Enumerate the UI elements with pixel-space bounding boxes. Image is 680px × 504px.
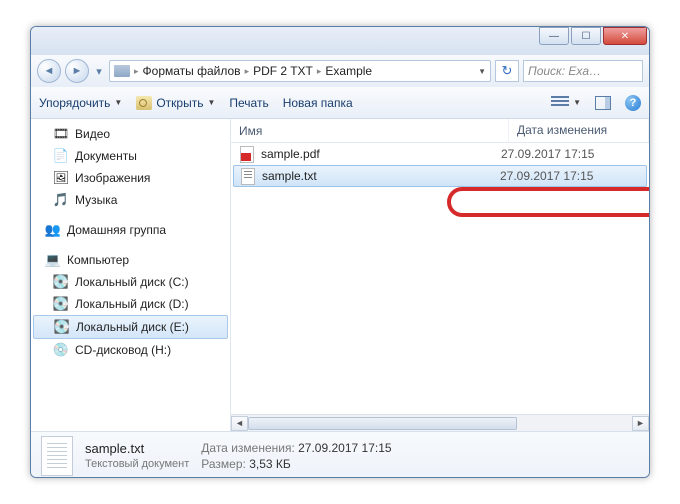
pdf-icon [239,146,255,162]
forward-button[interactable]: ► [65,59,89,83]
file-row[interactable]: sample.txt 27.09.2017 17:15 [233,165,647,187]
drive-icon: 💽 [54,319,70,335]
details-filetype: Текстовый документ [85,458,189,470]
annotation-highlight [447,187,649,217]
scroll-thumb[interactable] [248,417,517,430]
history-dropdown[interactable]: ▾ [93,62,105,80]
horizontal-scrollbar[interactable]: ◄ ► [231,414,649,431]
details-filename: sample.txt [85,441,189,456]
file-list: Имя Дата изменения sample.pdf 27.09.2017… [231,119,649,431]
list-header: Имя Дата изменения [231,119,649,143]
sidebar-item-disk-d[interactable]: 💽Локальный диск (D:) [31,293,230,315]
back-button[interactable]: ◄ [37,59,61,83]
search-input[interactable]: Поиск: Exa… [523,60,643,82]
txt-icon [240,168,256,184]
breadcrumb-seg[interactable]: Example [325,64,372,78]
view-button[interactable]: ▼ [551,96,581,110]
navigation-bar: ◄ ► ▾ ▸ Форматы файлов ▸ PDF 2 TXT ▸ Exa… [31,55,649,87]
navigation-pane[interactable]: 🎞Видео 📄Документы 🖼Изображения 🎵Музыка 👥… [31,119,231,431]
disk-icon [136,96,152,110]
organize-button[interactable]: Упорядочить▼ [39,96,122,110]
sidebar-item-computer[interactable]: 💻Компьютер [31,249,230,271]
drive-icon: 💽 [53,274,69,290]
breadcrumb-seg[interactable]: Форматы файлов [143,64,241,78]
help-button[interactable]: ? [625,95,641,111]
sidebar-item-disk-e[interactable]: 💽Локальный диск (E:) [33,315,228,339]
video-icon: 🎞 [53,126,69,142]
new-folder-button[interactable]: Новая папка [283,96,353,110]
details-pane: sample.txt Текстовый документ Дата измен… [31,431,649,478]
explorer-window: — ☐ ✕ ◄ ► ▾ ▸ Форматы файлов ▸ PDF 2 TXT… [30,26,650,478]
column-date[interactable]: Дата изменения [509,119,649,142]
breadcrumb-seg[interactable]: PDF 2 TXT [253,64,313,78]
open-button[interactable]: Открыть▼ [136,96,215,110]
breadcrumb[interactable]: ▸ Форматы файлов ▸ PDF 2 TXT ▸ Example ▼ [109,60,491,82]
minimize-button[interactable]: — [539,27,569,45]
sidebar-item-pictures[interactable]: 🖼Изображения [31,167,230,189]
close-button[interactable]: ✕ [603,27,647,45]
cd-icon: 💿 [53,342,69,358]
computer-icon: 💻 [45,252,61,268]
body-area: 🎞Видео 📄Документы 🖼Изображения 🎵Музыка 👥… [31,119,649,431]
music-icon: 🎵 [53,192,69,208]
drive-icon [114,65,130,77]
scroll-right-button[interactable]: ► [632,416,649,431]
sidebar-item-homegroup[interactable]: 👥Домашняя группа [31,219,230,241]
refresh-button[interactable]: ↻ [495,60,519,82]
print-button[interactable]: Печать [229,96,268,110]
preview-pane-button[interactable] [595,96,611,110]
sidebar-item-music[interactable]: 🎵Музыка [31,189,230,211]
homegroup-icon: 👥 [45,222,61,238]
sidebar-item-disk-c[interactable]: 💽Локальный диск (C:) [31,271,230,293]
sidebar-item-video[interactable]: 🎞Видео [31,123,230,145]
documents-icon: 📄 [53,148,69,164]
pictures-icon: 🖼 [53,170,69,186]
sidebar-item-cd-drive[interactable]: 💿CD-дисковод (H:) [31,339,230,361]
toolbar: Упорядочить▼ Открыть▼ Печать Новая папка… [31,87,649,119]
drive-icon: 💽 [53,296,69,312]
file-type-icon [41,436,73,476]
scroll-left-button[interactable]: ◄ [231,416,248,431]
list-body[interactable]: sample.pdf 27.09.2017 17:15 sample.txt 2… [231,143,649,414]
maximize-button[interactable]: ☐ [571,27,601,45]
titlebar: — ☐ ✕ [31,27,649,55]
file-row[interactable]: sample.pdf 27.09.2017 17:15 [231,143,649,165]
breadcrumb-dropdown[interactable]: ▼ [478,67,486,76]
sidebar-item-documents[interactable]: 📄Документы [31,145,230,167]
column-name[interactable]: Имя [231,119,509,142]
